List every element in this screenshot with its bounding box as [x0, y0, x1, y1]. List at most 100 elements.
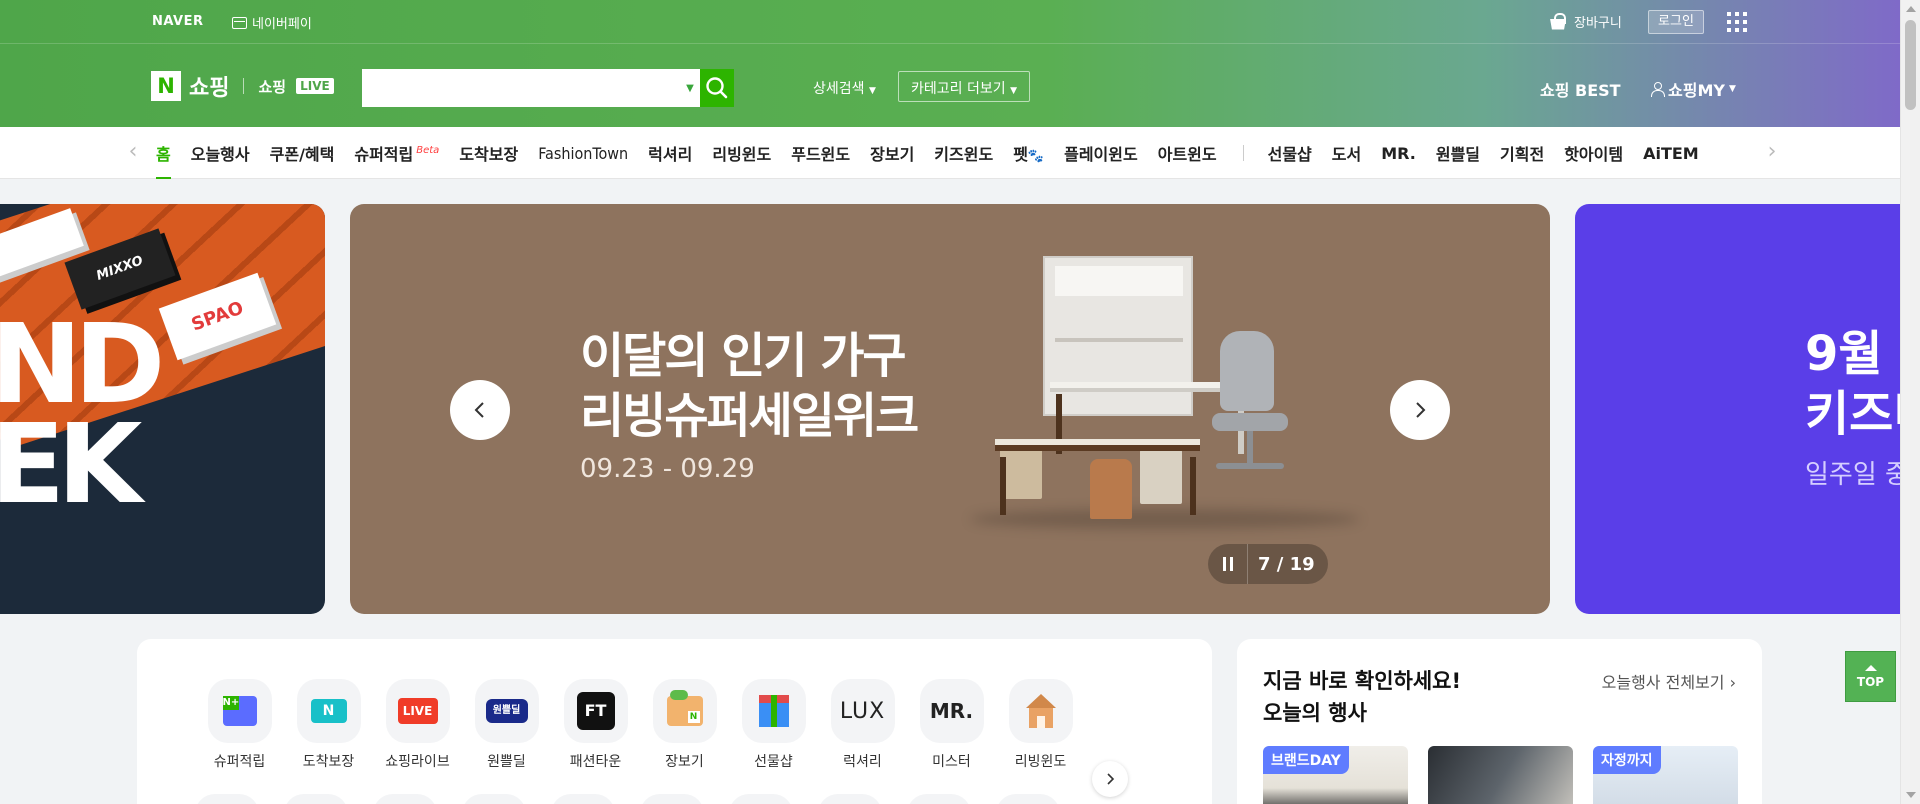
nav-item-one-plus-deal[interactable]: 원쁠딜: [1436, 141, 1480, 165]
shortcut-super-points[interactable]: N+ 슈퍼적립: [195, 679, 284, 771]
mister-icon: MR.: [919, 679, 984, 743]
today-events-title: 지금 바로 확인하세요! 오늘의 행사: [1263, 665, 1461, 729]
shortcut-shopping-live[interactable]: LIVE 쇼핑라이브: [373, 679, 462, 771]
nav-item-coupon[interactable]: 쿠폰/혜택: [270, 141, 335, 165]
event-badge: 자정까지: [1593, 746, 1661, 774]
banner-slide-next[interactable]: 9월 2 키즈미 일주일 중: [1575, 204, 1900, 614]
nav-item-arrival-guarantee[interactable]: 도착보장: [459, 141, 518, 165]
luxury-icon: LUX: [830, 679, 895, 743]
shortcut-next-button[interactable]: [1092, 761, 1128, 797]
live-icon: LIVE: [385, 679, 450, 743]
furniture-chair-image: [1140, 444, 1182, 504]
shopping-my-label: 쇼핑MY: [1668, 81, 1725, 100]
banner-slide-prev[interactable]: MIXXO SPAO ND EK: [0, 204, 325, 614]
shortcut-fashion-town[interactable]: FT 패션타운: [551, 679, 640, 771]
autocomplete-toggle-icon[interactable]: ▼: [680, 69, 700, 107]
search-input[interactable]: [362, 69, 680, 107]
carousel-pager: 7 / 19: [1208, 544, 1328, 584]
carousel-prev-button[interactable]: [450, 380, 510, 440]
shortcut-list: N+ 슈퍼적립 N 도착보장 LIVE 쇼핑라이브 원쁠딜 원쁠딜 FT 패션타…: [195, 679, 1085, 771]
nav-item-special[interactable]: 기획전: [1500, 141, 1544, 165]
furniture-chair-image: [1090, 459, 1132, 519]
detail-search-button[interactable]: 상세검색 ▼: [813, 78, 876, 98]
banner-title-line: 리빙슈퍼세일위크: [580, 388, 919, 444]
nav-prev-arrow-icon[interactable]: ‹: [123, 141, 143, 165]
nav-item-art-window[interactable]: 아트윈도: [1158, 141, 1217, 165]
nav-item-food-window[interactable]: 푸드윈도: [791, 141, 850, 165]
nav-item-grocery[interactable]: 장보기: [870, 141, 914, 165]
shortcut-label: 패션타운: [569, 754, 622, 770]
nav-item-books[interactable]: 도서: [1332, 141, 1361, 165]
nav-item-kids-window[interactable]: 키즈윈도: [934, 141, 993, 165]
main-bar: N 쇼핑 쇼핑 LIVE ▼ 상세검색 ▼ 카테고리 더보기 ▼ 쇼핑 BEST…: [0, 44, 1900, 127]
naver-pay-link[interactable]: 네이버페이: [232, 13, 312, 32]
scrollbar-thumb[interactable]: [1905, 20, 1916, 110]
arrow-up-icon: [1864, 664, 1877, 671]
today-events-title-line: 지금 바로 확인하세요!: [1263, 669, 1462, 693]
nav-item-living-window[interactable]: 리빙윈도: [712, 141, 771, 165]
apps-grid-icon[interactable]: [1727, 12, 1747, 32]
category-more-button[interactable]: 카테고리 더보기 ▼: [898, 71, 1030, 102]
shopping-bag-icon: [1548, 12, 1568, 31]
scroll-to-top-button[interactable]: TOP: [1845, 651, 1896, 702]
search-icon: [706, 77, 728, 99]
caret-down-icon: ▼: [1728, 84, 1736, 94]
page-scrollbar[interactable]: [1900, 0, 1920, 804]
grocery-bag-icon: N: [652, 679, 717, 743]
today-events-more-link[interactable]: 오늘행사 전체보기 ›: [1602, 669, 1736, 693]
nav-item-super-points-label: 슈퍼적립: [354, 145, 414, 164]
detail-search-label: 상세검색: [813, 81, 865, 97]
nav-next-arrow-icon[interactable]: ›: [1762, 141, 1782, 165]
chevron-right-icon: [1107, 773, 1115, 785]
fashion-town-icon: FT: [563, 679, 628, 743]
shortcut-one-plus-deal[interactable]: 원쁠딜 원쁠딜: [462, 679, 551, 771]
carousel-next-button[interactable]: [1390, 380, 1450, 440]
nav-item-pet[interactable]: 펫🐾: [1013, 141, 1044, 165]
shortcut-gift-shop[interactable]: 선물샵: [729, 679, 818, 771]
pause-icon[interactable]: [1208, 544, 1248, 584]
nav-item-play-window[interactable]: 플레이윈도: [1064, 141, 1138, 165]
event-badge: 브랜드DAY: [1263, 746, 1349, 774]
nav-item-mister[interactable]: MR.: [1381, 144, 1416, 163]
event-thumbnail[interactable]: [1428, 746, 1573, 804]
paw-icon: 🐾: [1027, 149, 1045, 164]
shortcut-luxury[interactable]: LUX 럭셔리: [818, 679, 907, 771]
naver-logo-link[interactable]: NAVER: [152, 14, 204, 29]
banner-title-line: 9월 2: [1805, 326, 1900, 382]
super-points-icon: N+: [207, 679, 272, 743]
event-thumbnail[interactable]: 자정까지: [1593, 746, 1738, 804]
nav-item-gift-shop[interactable]: 선물샵: [1268, 141, 1312, 165]
nav-item-super-points[interactable]: 슈퍼적립 Beta: [354, 141, 439, 165]
shortcut-arrival-guarantee[interactable]: N 도착보장: [284, 679, 373, 771]
nav-item-aitem[interactable]: AiTEM: [1643, 144, 1699, 163]
shortcut-label: 원쁠딜: [487, 754, 526, 770]
scroll-up-arrow-icon[interactable]: [1906, 6, 1916, 12]
search-box: ▼: [362, 69, 734, 107]
one-plus-deal-icon: 원쁠딜: [474, 679, 539, 743]
nav-item-fashiontown[interactable]: FashionTown: [538, 144, 628, 163]
shortcut-label: 미스터: [932, 754, 971, 770]
nav-divider: [1242, 145, 1244, 161]
scroll-down-arrow-icon[interactable]: [1906, 792, 1916, 798]
n-logo-icon: N: [151, 71, 181, 101]
nav-item-hot-item[interactable]: 핫아이템: [1564, 141, 1623, 165]
delivery-truck-icon: N: [296, 679, 361, 743]
shortcut-mister[interactable]: MR. 미스터: [907, 679, 996, 771]
furniture-leg: [1190, 457, 1196, 515]
shopping-my-menu[interactable]: 쇼핑MY ▼: [1650, 77, 1736, 101]
search-button[interactable]: [700, 69, 734, 107]
login-button[interactable]: 로그인: [1648, 10, 1704, 34]
shortcut-row-2: [195, 794, 1085, 804]
nav-item-today-event[interactable]: 오늘행사: [191, 141, 250, 165]
cart-link[interactable]: 장바구니: [1548, 12, 1622, 31]
shopping-best-link[interactable]: 쇼핑 BEST: [1540, 77, 1621, 101]
event-thumbnail[interactable]: 브랜드DAY: [1263, 746, 1408, 804]
shortcut-living-window[interactable]: 리빙윈도: [996, 679, 1085, 771]
banner-slide-current[interactable]: 이달의 인기 가구 리빙슈퍼세일위크 09.23 - 09.29 7 / 19: [350, 204, 1550, 614]
banner-big-text-line: EK: [0, 400, 142, 528]
shortcut-grocery[interactable]: N 장보기: [640, 679, 729, 771]
nav-item-home[interactable]: 홈: [156, 141, 171, 179]
shopping-logo[interactable]: N 쇼핑 쇼핑 LIVE: [151, 70, 334, 102]
nav-item-luxury[interactable]: 럭셔리: [648, 141, 692, 165]
caret-down-icon: ▼: [868, 86, 876, 96]
